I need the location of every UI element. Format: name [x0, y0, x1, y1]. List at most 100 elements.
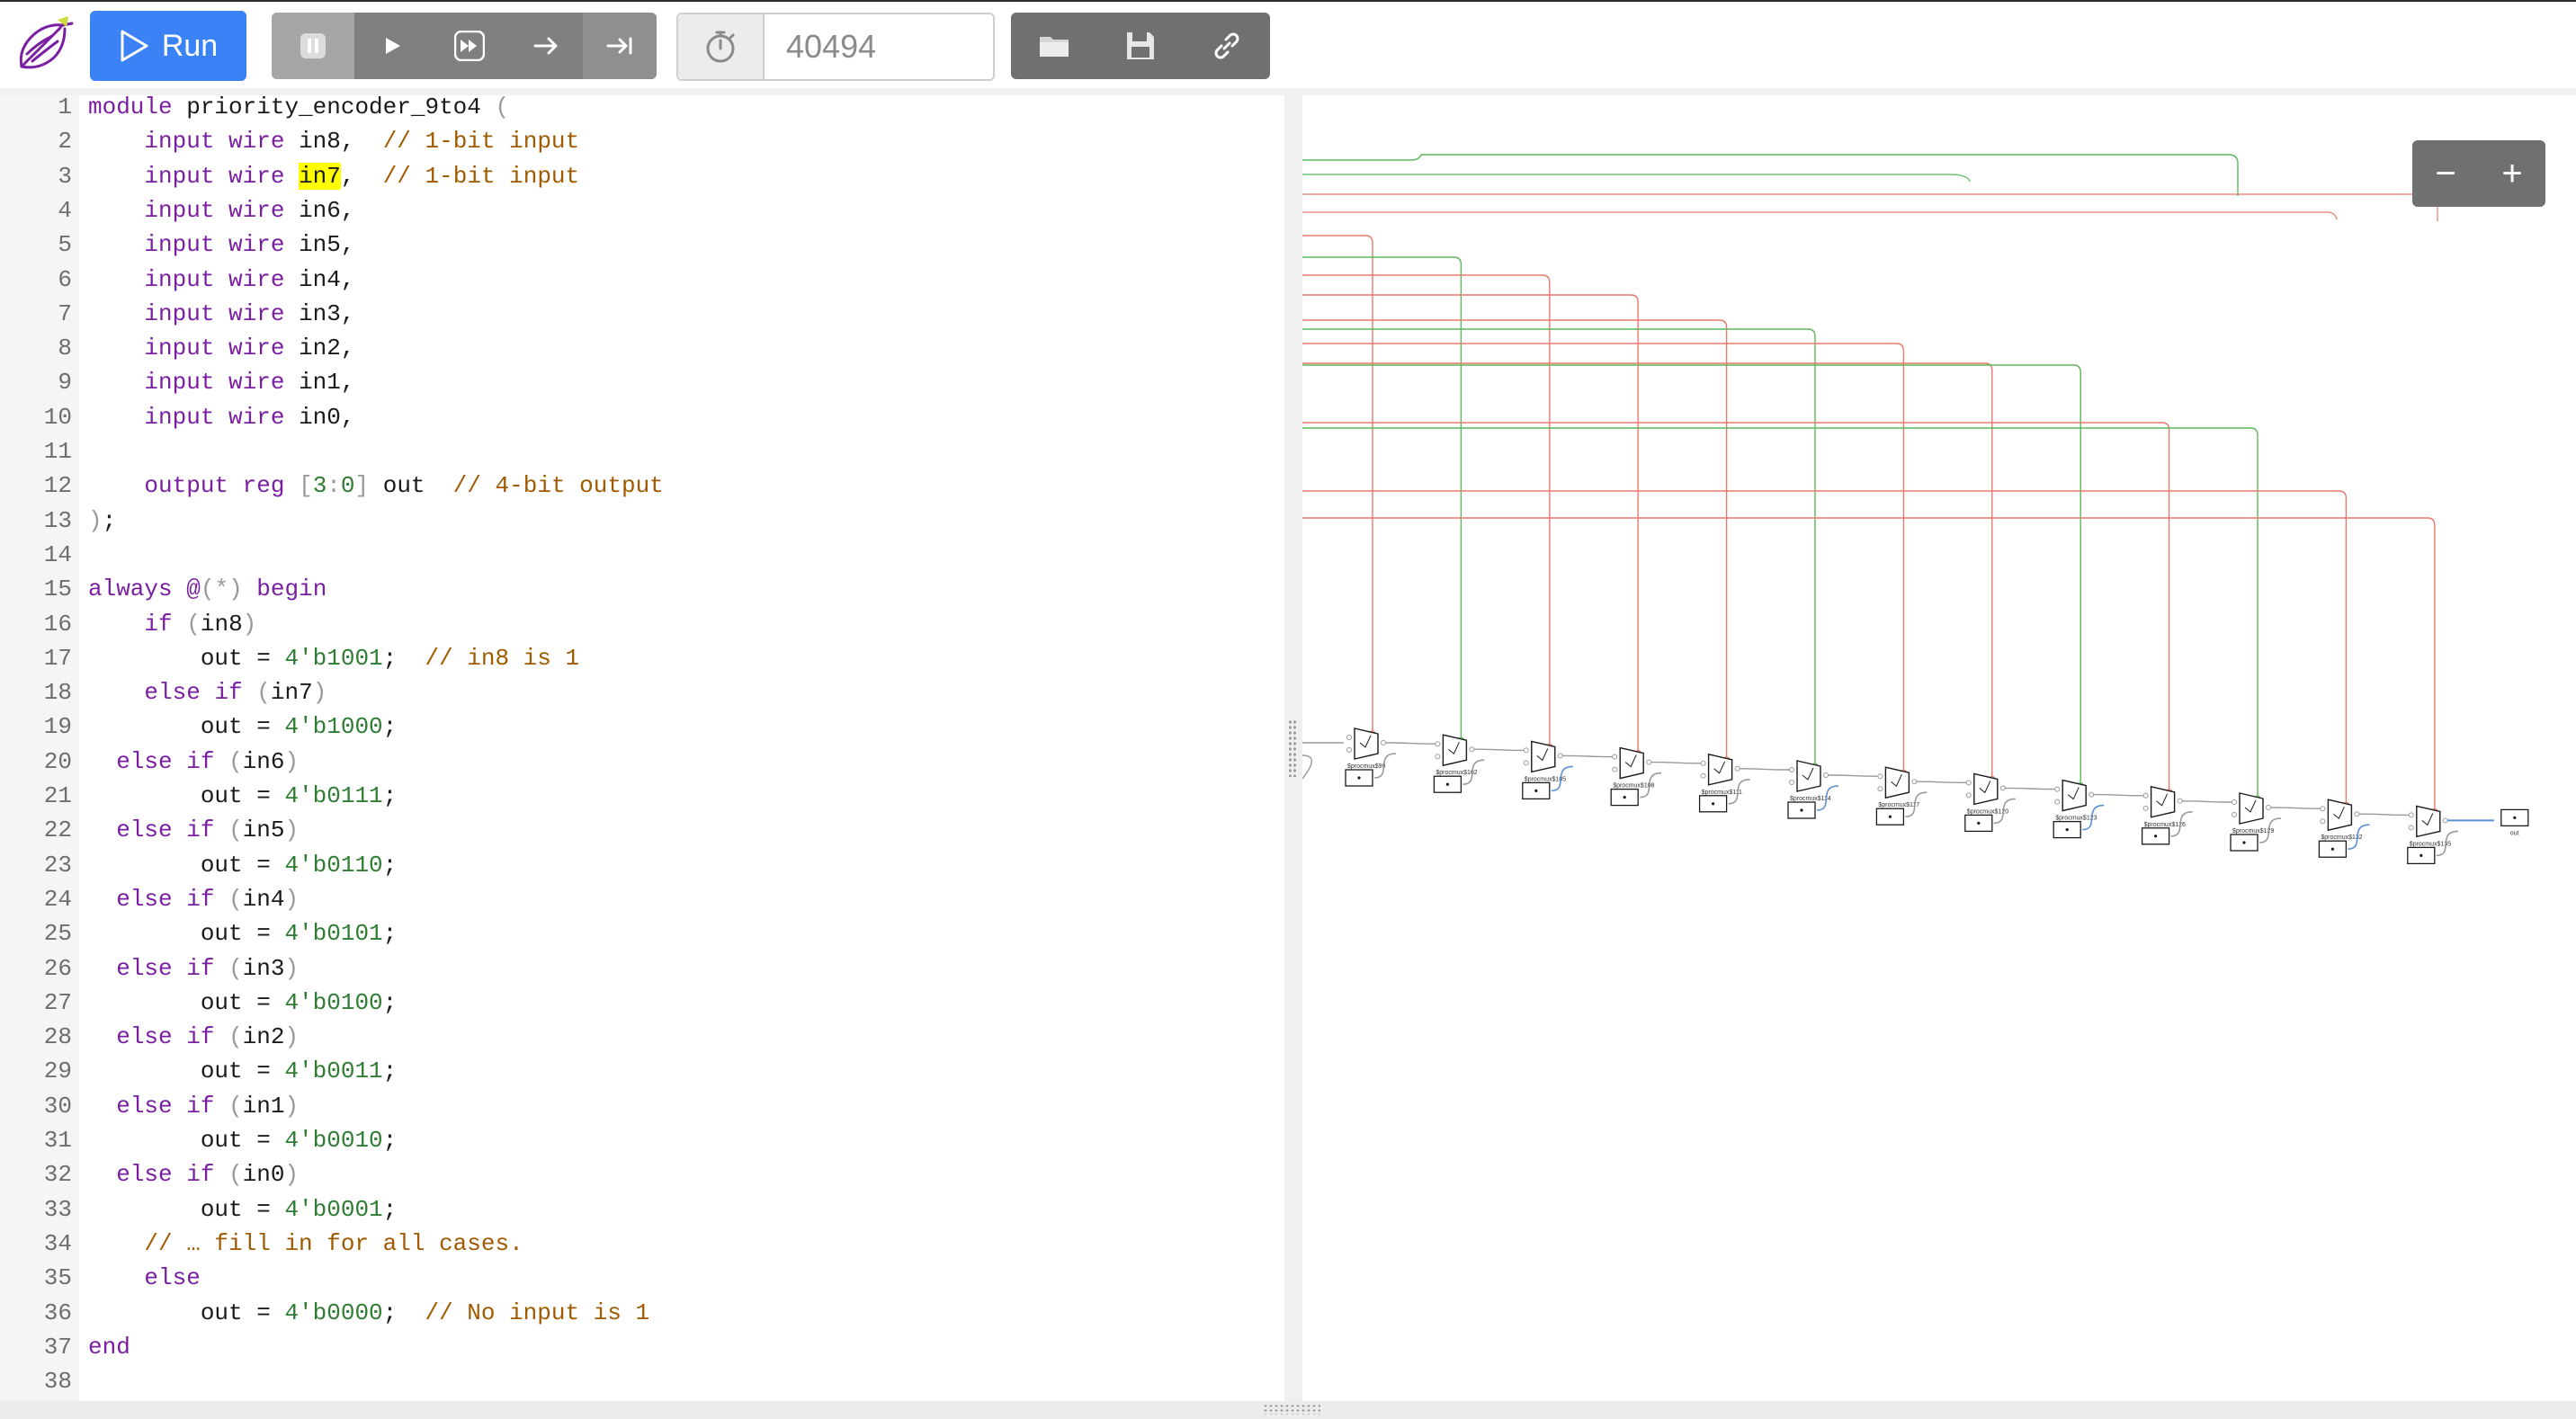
splitter-grip-icon[interactable] [1288, 719, 1297, 777]
line-number: 25 [43, 920, 72, 948]
line-number: 7 [58, 299, 72, 327]
output-port [2442, 817, 2448, 824]
dart-logo-icon [19, 16, 74, 69]
code-line[interactable]: 16 if (in8) [0, 607, 1284, 641]
code-line[interactable]: 2 input wire in8, // 1-bit input [0, 124, 1284, 158]
code-text: output reg [3:0] out // 4-bit output [144, 472, 664, 500]
chain-wire [1739, 768, 1791, 771]
fast-forward-button[interactable] [430, 13, 509, 79]
code-line[interactable]: 1 module priority_encoder_9to4 ( [0, 95, 1284, 124]
code-line[interactable]: 18 else if (in7) [0, 675, 1284, 710]
tick-counter-input[interactable] [765, 14, 989, 79]
constant-dot [1800, 808, 1803, 812]
code-line[interactable]: 14 [0, 538, 1284, 572]
code-line[interactable]: 11 [0, 434, 1284, 469]
code-line[interactable]: 25 out = 4'b0101; [0, 916, 1284, 950]
code-line[interactable]: 19 out = 4'b1000; [0, 710, 1284, 744]
code-line[interactable]: 5 input wire in5, [0, 228, 1284, 262]
mux-shape [1707, 753, 1733, 786]
step-to-end-button[interactable] [583, 13, 657, 79]
input-port [1346, 735, 1352, 740]
code-line[interactable]: 33 out = 4'b0001; [0, 1192, 1284, 1227]
save-disk-icon [1127, 32, 1154, 59]
zoom-in-button[interactable]: + [2479, 140, 2545, 207]
code-line[interactable]: 21 out = 4'b0111; [0, 779, 1284, 813]
output-port [2089, 791, 2095, 798]
line-number: 19 [43, 713, 72, 741]
code-line[interactable]: 12 output reg [3:0] out // 4-bit output [0, 469, 1284, 503]
code-editor[interactable]: 1 module priority_encoder_9to4 (2 input w… [0, 95, 1284, 1401]
code-text: out = 4'b0010; [88, 1127, 398, 1154]
constant-dot [2330, 847, 2334, 851]
zoom-out-button[interactable]: − [2412, 140, 2479, 207]
code-line[interactable]: 28 else if (in2) [0, 1020, 1284, 1054]
step-button[interactable] [509, 13, 583, 79]
input-port [2408, 825, 2414, 831]
select-wire [1302, 328, 1816, 764]
output-port [1646, 759, 1652, 765]
code-text: else [144, 1264, 201, 1292]
pause-button[interactable] [272, 13, 354, 79]
code-line[interactable]: 17 out = 4'b1001; // in8 is 1 [0, 641, 1284, 675]
input-port [1612, 754, 1618, 760]
play-button[interactable] [354, 13, 430, 79]
mux-shape [1442, 734, 1468, 767]
code-line[interactable]: 30 else if (in1) [0, 1089, 1284, 1123]
code-line[interactable]: 7 input wire in3, [0, 297, 1284, 331]
code-line[interactable]: 20 else if (in6) [0, 745, 1284, 779]
code-line[interactable]: 24 else if (in4) [0, 882, 1284, 916]
code-line[interactable]: 3 input wire in7, // 1-bit input [0, 159, 1284, 193]
code-line[interactable]: 8 input wire in2, [0, 331, 1284, 365]
arrow-to-end-icon [606, 37, 632, 55]
line-number: 15 [43, 576, 72, 603]
circuit-diagram[interactable]: $procmux$99 $procmux$102 $procmux$105 $proc… [1302, 95, 2576, 1401]
code-line[interactable]: 27 out = 4'b0100; [0, 986, 1284, 1020]
code-line[interactable]: 22 else if (in5) [0, 813, 1284, 847]
code-line[interactable]: 15 always @(*) begin [0, 572, 1284, 606]
line-number: 16 [43, 610, 72, 638]
code-line[interactable]: 37 end [0, 1330, 1284, 1364]
open-button[interactable] [1011, 13, 1097, 79]
code-line[interactable]: 31 out = 4'b0010; [0, 1123, 1284, 1157]
line-number: 37 [43, 1333, 72, 1361]
line-number: 21 [43, 782, 72, 809]
code-line[interactable]: 35 else [0, 1261, 1284, 1295]
code-line[interactable]: 26 else if (in3) [0, 951, 1284, 986]
code-line[interactable]: 29 out = 4'b0011; [0, 1054, 1284, 1088]
line-number: 38 [43, 1368, 72, 1396]
chain-wire [2358, 813, 2410, 817]
run-button[interactable]: Run [90, 11, 246, 81]
code-line[interactable]: 6 input wire in4, [0, 263, 1284, 297]
mux-shape [1531, 740, 1556, 773]
constant-dot [1534, 789, 1538, 793]
mux-shape [1973, 772, 1999, 806]
code-line[interactable]: 9 input wire in1, [0, 365, 1284, 399]
constant-dot [2154, 834, 2158, 838]
code-text: out = 4'b0011; [88, 1058, 398, 1085]
code-line[interactable]: 10 input wire in0, [0, 400, 1284, 434]
resize-grip-icon[interactable] [1263, 1404, 1320, 1415]
output-port [1734, 765, 1740, 772]
constant-dot [2242, 841, 2246, 844]
code-line[interactable]: 34 // … fill in for all cases. [0, 1227, 1284, 1261]
output-port [2266, 805, 2271, 810]
mux-label: $procmux$111 [1702, 790, 1742, 796]
mux-shape [1354, 727, 1379, 760]
output-port [2354, 811, 2360, 817]
line-number: 20 [43, 747, 72, 775]
code-line[interactable]: 4 input wire in6, [0, 193, 1284, 228]
code-text: input wire in1, [144, 369, 355, 397]
input-port [1965, 792, 1972, 799]
line-number: 26 [43, 954, 72, 982]
save-button[interactable] [1097, 13, 1184, 79]
share-link-button[interactable] [1184, 13, 1270, 79]
code-line[interactable]: 23 out = 4'b0110; [0, 848, 1284, 882]
fast-forward-icon [454, 31, 485, 61]
code-line[interactable]: 13); [0, 504, 1284, 538]
code-line[interactable]: 32 else if (in0) [0, 1157, 1284, 1191]
code-line[interactable]: 36 out = 4'b0000; // No input is 1 [0, 1296, 1284, 1330]
mux-shape [1619, 746, 1644, 780]
code-line[interactable]: 38 [0, 1364, 1284, 1398]
code-text: out = 4'b0110; [88, 851, 398, 879]
line-number: 24 [43, 885, 72, 913]
